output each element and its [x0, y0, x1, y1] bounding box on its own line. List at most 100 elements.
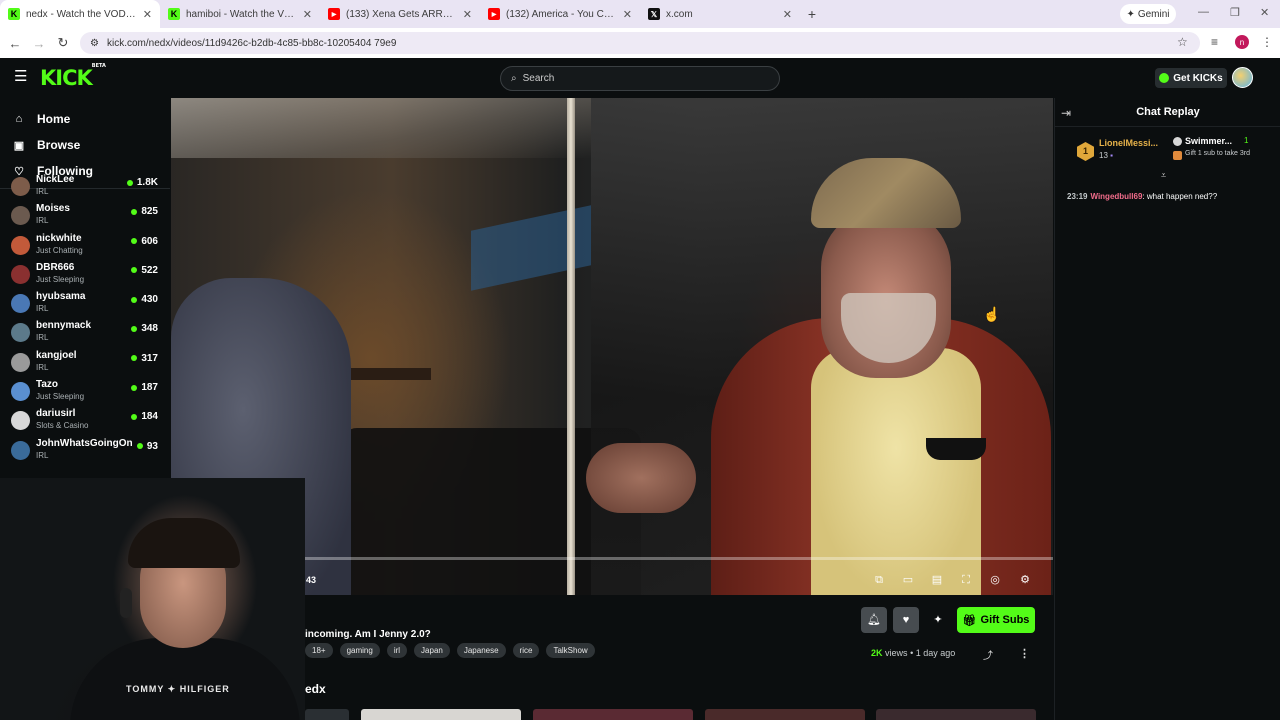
tag[interactable]: gaming	[339, 643, 380, 658]
new-tab-button[interactable]: +	[800, 6, 824, 22]
share-icon[interactable]: ⤴	[983, 647, 993, 662]
browser-tab[interactable]: ▶ (133) Xena Gets ARRESTED AG ✕	[320, 0, 480, 28]
gemini-label: Gemini	[1137, 8, 1170, 20]
gemini-button[interactable]: ✦ Gemini	[1120, 4, 1176, 24]
browser-tab-bar: K nedx - Watch the VOD on Kick ✕ K hamib…	[0, 0, 1280, 28]
notification-bell-button[interactable]: 🔔︎	[861, 607, 887, 633]
get-kicks-button[interactable]: Get KICKs	[1155, 68, 1227, 88]
gift-subs-button[interactable]: 🎁︎ Gift Subs	[957, 607, 1035, 633]
collapse-leaderboard-icon[interactable]: ⩡	[1161, 170, 1166, 181]
live-dot-icon	[131, 208, 138, 215]
meta-separator: •	[910, 648, 914, 658]
hamburger-menu-icon[interactable]: ☰	[14, 69, 28, 84]
follow-heart-button[interactable]: ♥	[893, 607, 919, 633]
restore-icon[interactable]: ❐	[1230, 6, 1240, 19]
channel-item[interactable]: NickLee IRL 1.8K	[0, 172, 170, 201]
theater-icon[interactable]: ▭	[901, 573, 915, 587]
browser-tab[interactable]: ▶ (132) America - You Can Do Ma ✕	[480, 0, 640, 28]
viewer-count-value: 317	[141, 352, 158, 364]
viewer-count: 317	[131, 353, 158, 364]
menu-kebab-icon[interactable]: ⋮	[1261, 35, 1273, 49]
youtube-favicon-icon: ▶	[328, 8, 340, 20]
message-time: 23:19	[1067, 192, 1088, 201]
tag[interactable]: irl	[386, 643, 408, 658]
channel-item[interactable]: bennymack IRL 348	[0, 318, 170, 347]
tag[interactable]: TalkShow	[546, 643, 595, 658]
tag[interactable]: Japan	[414, 643, 450, 658]
fullscreen-icon[interactable]: ⛶	[959, 573, 973, 587]
browser-toolbar: ← → ↻ ⚙ kick.com/nedx/videos/11d9426c-b2…	[0, 28, 1280, 58]
close-window-icon[interactable]: ✕	[1260, 6, 1269, 19]
viewer-count: 522	[131, 265, 158, 276]
video-thumbnail[interactable]	[533, 709, 693, 720]
channel-avatar	[11, 264, 30, 284]
kick-logo[interactable]: KICKBETA	[40, 63, 106, 90]
bookmark-star-icon[interactable]: ☆	[1177, 35, 1188, 49]
views-label: views	[885, 648, 908, 658]
browser-tab[interactable]: K nedx - Watch the VOD on Kick ✕	[0, 0, 160, 28]
close-tab-icon[interactable]: ✕	[143, 8, 152, 21]
browser-profile-avatar[interactable]: n	[1235, 35, 1249, 49]
channel-avatar	[11, 411, 30, 431]
forward-icon[interactable]: →	[27, 36, 51, 51]
back-icon[interactable]: ←	[3, 36, 27, 51]
channel-item[interactable]: dariusirl Slots & Casino 184	[0, 406, 170, 435]
channel-list: NickLee IRL 1.8K Moises IRL 825 nickwhit…	[0, 174, 170, 465]
channel-item[interactable]: DBR666 Just Sleeping 522	[0, 260, 170, 289]
tag[interactable]: rice	[512, 643, 540, 658]
tab-title: nedx - Watch the VOD on Kick	[26, 8, 137, 20]
channel-item[interactable]: JohnWhatsGoingOn IRL 93	[0, 436, 170, 465]
sidebar-item-home[interactable]: ⌂ Home	[0, 106, 170, 132]
video-progress-bar[interactable]	[305, 557, 1053, 560]
browser-tab[interactable]: K hamiboi - Watch the VOD on Ki ✕	[160, 0, 320, 28]
media-control-icon[interactable]: ≡	[1211, 35, 1218, 49]
settings-icon[interactable]: ⚙	[1018, 573, 1032, 587]
close-tab-icon[interactable]: ✕	[463, 8, 472, 21]
viewer-count: 93	[136, 441, 158, 452]
live-dot-icon	[136, 443, 143, 450]
channel-item[interactable]: hyubsama IRL 430	[0, 289, 170, 318]
tag[interactable]: Japanese	[456, 643, 506, 658]
tab-title: hamiboi - Watch the VOD on Ki	[186, 8, 297, 20]
viewer-count-value: 184	[141, 411, 158, 423]
kicks-coin-icon	[1159, 73, 1170, 83]
close-tab-icon[interactable]: ✕	[783, 8, 792, 21]
browser-tab[interactable]: 𝕏 x.com ✕	[640, 0, 800, 28]
channel-item[interactable]: kangjoel IRL 317	[0, 348, 170, 377]
url-text: kick.com/nedx/videos/11d9426c-b2db-4c85-…	[106, 37, 397, 49]
more-options-icon[interactable]: ⋮	[1019, 647, 1030, 660]
pip-icon[interactable]: ⧉	[872, 573, 886, 587]
browse-icon: ▣	[13, 139, 25, 152]
minimize-icon[interactable]: —	[1198, 6, 1209, 18]
video-thumbnail[interactable]	[705, 709, 865, 720]
search-input[interactable]: ⌕ Search	[500, 66, 780, 91]
gifter-count-value: 13	[1099, 151, 1108, 160]
tag[interactable]: 18+	[305, 643, 333, 658]
viewer-count-value: 348	[141, 323, 158, 335]
message-user[interactable]: Wingedbull69	[1090, 192, 1142, 201]
sidebar-item-label: Browse	[37, 138, 81, 152]
sidebar-item-browse[interactable]: ▣ Browse	[0, 132, 170, 158]
live-dot-icon	[131, 384, 138, 391]
viewer-count: 187	[131, 382, 158, 393]
subtitles-icon[interactable]: ▤	[930, 573, 944, 587]
channel-item[interactable]: nickwhite Just Chatting 606	[0, 231, 170, 260]
tab-title: (132) America - You Can Do Ma	[506, 8, 617, 20]
sparkle-button[interactable]: ✦	[925, 607, 951, 633]
channel-name: bennymack	[36, 320, 92, 332]
reload-icon[interactable]: ↻	[51, 35, 75, 51]
close-tab-icon[interactable]: ✕	[623, 8, 632, 21]
channel-item[interactable]: Tazo Just Sleeping 187	[0, 377, 170, 406]
video-thumbnail[interactable]	[361, 709, 521, 720]
channel-name: DBR666	[36, 261, 75, 273]
video-thumbnail[interactable]	[876, 709, 1036, 720]
video-thumbnail[interactable]	[305, 709, 349, 720]
close-tab-icon[interactable]: ✕	[303, 8, 312, 21]
youtube-favicon-icon: ▶	[488, 8, 500, 20]
address-bar[interactable]: ⚙ kick.com/nedx/videos/11d9426c-b2db-4c8…	[80, 32, 1200, 54]
channel-name: JohnWhatsGoingOn	[36, 437, 133, 449]
channel-item[interactable]: Moises IRL 825	[0, 201, 170, 230]
speed-icon[interactable]: ◎	[988, 573, 1002, 587]
site-info-icon[interactable]: ⚙	[90, 38, 99, 49]
user-avatar[interactable]	[1232, 67, 1253, 88]
